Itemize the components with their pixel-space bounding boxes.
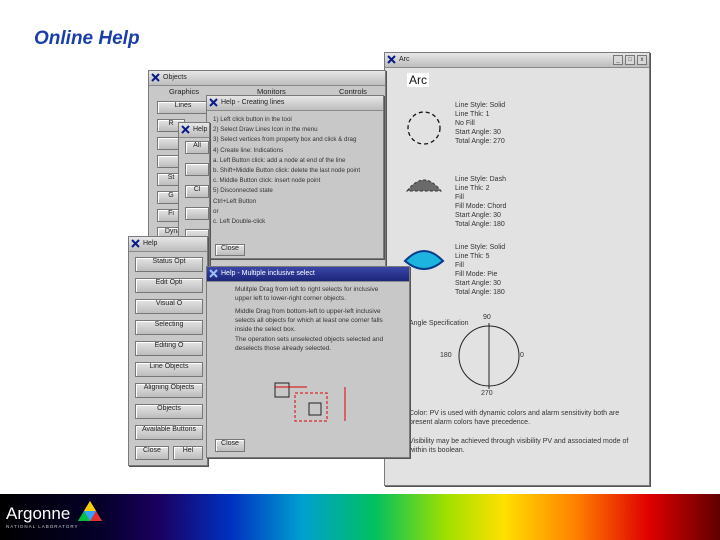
help-lines-text: 1) Left click button in the tool 2) Sele…: [213, 115, 360, 227]
x-logo-icon: [209, 98, 218, 107]
arc-props-1: Line Style: Solid Line Thk: 1 No Fill St…: [455, 101, 505, 146]
footer-banner: Argonne NATIONAL LABORATORY: [0, 494, 720, 540]
help-list-title-text: Help: [143, 240, 158, 247]
arc-prop: Fill Mode: Chord: [455, 203, 507, 210]
help-topic-button[interactable]: Line Objects: [135, 362, 203, 377]
help-topic-button[interactable]: Visual O: [135, 299, 203, 314]
x-logo-icon: [131, 239, 140, 248]
help-multi-titlebar[interactable]: Help - Multiple inclusive select: [207, 267, 409, 282]
arc-prop: Line Style: Solid: [455, 102, 506, 109]
help-mid-titlebar[interactable]: Help: [179, 123, 209, 138]
slide-title: Online Help: [34, 28, 140, 49]
x-logo-icon: [181, 125, 190, 134]
arc-prop: Start Angle: 30: [455, 129, 501, 136]
objects-titlebar[interactable]: Objects: [149, 71, 385, 86]
help-multiple-select-window: Help - Multiple inclusive select Mulitpl…: [206, 266, 410, 458]
help-multi-title-text: Help - Multiple inclusive select: [221, 270, 315, 277]
arc-props-3: Line Style: Solid Line Thk: 5 Fill Fill …: [455, 243, 505, 297]
help-line: 5) Disconnected state: [213, 187, 273, 195]
angle-left: 180: [440, 352, 452, 359]
help-mid-button[interactable]: [185, 207, 209, 220]
arc-title-text: Arc: [399, 56, 410, 63]
help-mid-button[interactable]: All: [185, 141, 209, 154]
help-topic-button[interactable]: Status Opt: [135, 257, 203, 272]
arc-prop: Line Style: Solid: [455, 244, 506, 251]
arc-prop: Total Angle: 270: [455, 138, 505, 145]
argonne-subtitle: NATIONAL LABORATORY: [6, 524, 79, 529]
arc-prop: Start Angle: 30: [455, 212, 501, 219]
help-topic-button[interactable]: Aligning Objects: [135, 383, 203, 398]
help-mid-button[interactable]: Cl: [185, 185, 209, 198]
x-logo-icon: [387, 55, 396, 64]
x-logo-icon: [151, 73, 160, 82]
help-line: or: [213, 207, 219, 215]
arc-prop: Line Thk: 5: [455, 253, 490, 260]
help-line: b. Shift+Middle Button click: delete the…: [213, 167, 361, 175]
close-button[interactable]: Close: [135, 446, 169, 460]
help-button[interactable]: Hel: [173, 446, 203, 460]
angle-bottom: 270: [481, 390, 493, 397]
arc-heading: Arc: [407, 73, 429, 87]
pie-arc-shape: [403, 250, 445, 270]
arc-titlebar[interactable]: Arc _ □ x: [385, 53, 649, 68]
chord-arc-shape: [405, 179, 443, 192]
help-line: 4) Create line: Indications: [213, 146, 284, 154]
select-diagram: [274, 382, 346, 422]
angle-top: 90: [483, 314, 491, 321]
help-topic-button[interactable]: Editing O: [135, 341, 203, 356]
help-topic-button[interactable]: Selecting: [135, 320, 203, 335]
arc-prop: Start Angle: 30: [455, 280, 501, 287]
argonne-triangle-logo-icon: [78, 501, 102, 521]
argonne-logo-text: Argonne: [6, 504, 71, 523]
close-button[interactable]: Close: [215, 244, 245, 256]
arc-note-2: Visibility may be achieved through visib…: [409, 438, 629, 454]
help-topic-button[interactable]: Available Buttons: [135, 425, 203, 440]
help-line: c. Middle Button click: insert node poin…: [213, 177, 321, 185]
arc-note-1: Color: PV is used with dynamic colors an…: [409, 410, 620, 426]
objects-title-text: Objects: [163, 74, 187, 81]
arc-prop: No Fill: [455, 120, 475, 127]
help-multi-para: Mulitple Drag from left to right selects…: [235, 286, 379, 302]
help-list-titlebar[interactable]: Help: [129, 237, 207, 252]
arc-props-2: Line Style: Dash Line Thk: 2 Fill Fill M…: [455, 175, 506, 229]
help-line: 1) Left click button in the tool: [213, 116, 292, 123]
help-topic-button[interactable]: Edit Opti: [135, 278, 203, 293]
arc-prop: Total Angle: 180: [455, 221, 505, 228]
arc-prop: Line Thk: 1: [455, 111, 490, 118]
help-multi-para: Middle Drag from bottom-left to upper-le…: [235, 308, 383, 333]
x-logo-icon: [209, 269, 218, 278]
help-line: 3) Select vertices from property box and…: [213, 136, 357, 144]
close-button[interactable]: Close: [215, 439, 245, 452]
objects-button[interactable]: Lines: [157, 101, 209, 114]
help-line: 2) Select Draw Lines Icon in the menu: [213, 126, 318, 134]
angle-diagram: [458, 323, 520, 389]
help-lines-titlebar[interactable]: Help - Creating lines: [207, 96, 383, 111]
help-line: a. Left Button click: add a node at end …: [213, 156, 346, 164]
arc-window: Arc _ □ x Arc Line Style: Solid Line Thk: …: [384, 52, 650, 486]
angle-right: 0: [520, 352, 524, 359]
help-list-window: Help Status Opt Edit Opti Visual O Selec…: [128, 236, 208, 466]
arc-prop: Line Thk: 2: [455, 185, 490, 192]
minimize-icon[interactable]: _: [613, 55, 623, 65]
maximize-icon[interactable]: □: [625, 55, 635, 65]
arc-prop: Line Style: Dash: [455, 176, 506, 183]
arc-prop: Fill: [455, 262, 464, 269]
close-icon[interactable]: x: [637, 55, 647, 65]
help-line: c. Left Double-click: [213, 218, 266, 226]
menu-graphics[interactable]: Graphics: [169, 87, 199, 96]
help-topic-button[interactable]: Objects: [135, 404, 203, 419]
help-mid-button[interactable]: [185, 163, 209, 176]
arc-prop: Total Angle: 180: [455, 289, 505, 296]
help-creating-lines-window: Help - Creating lines 1) Left click butt…: [206, 95, 384, 259]
help-mid-title-text: Help: [193, 126, 208, 133]
help-multi-para: The operation sets unselected objects se…: [235, 336, 384, 352]
arc-prop: Fill Mode: Pie: [455, 271, 498, 278]
help-lines-title-text: Help - Creating lines: [221, 99, 285, 106]
help-line: Ctrl+Left Button: [213, 197, 257, 205]
arc-prop: Fill: [455, 194, 464, 201]
